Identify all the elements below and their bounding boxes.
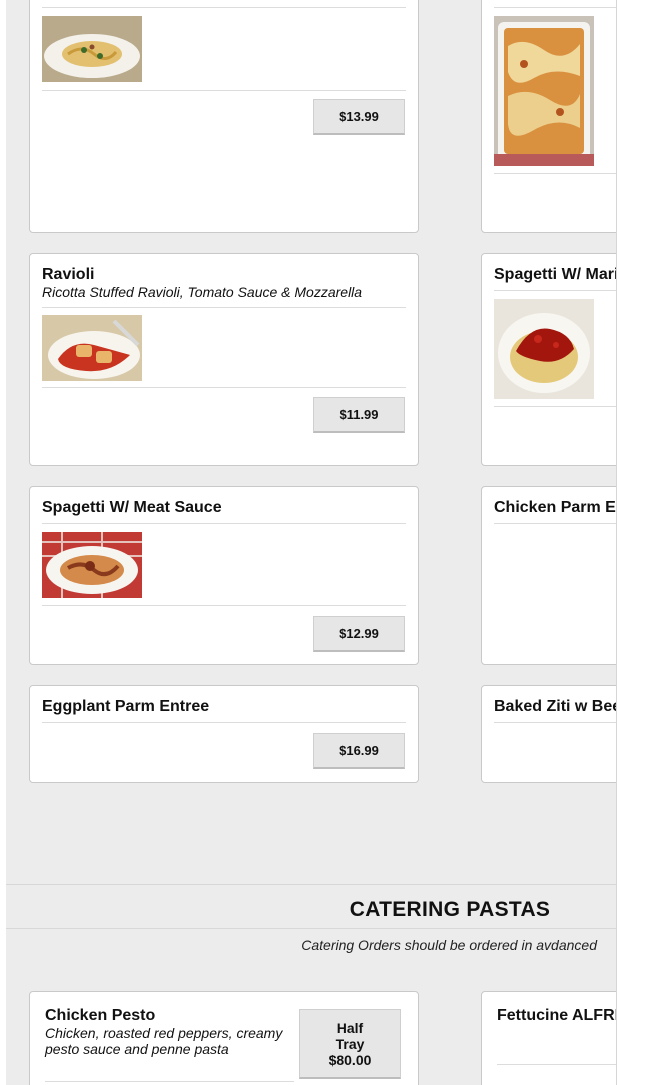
- divider: [494, 523, 616, 524]
- divider: [42, 90, 406, 91]
- dish-photo: [494, 299, 594, 399]
- item-title: Chicken Parm E: [494, 499, 616, 516]
- price-button[interactable]: $13.99: [313, 99, 405, 135]
- catering-item-card[interactable]: Chicken Pesto Chicken, roasted red peppe…: [29, 991, 419, 1085]
- item-title: Spagetti W/ Meat Sauce: [42, 499, 222, 516]
- item-title: Baked Ziti w Bee: [494, 698, 617, 715]
- section-header: CATERING PASTAS: [6, 884, 616, 929]
- item-description: Ricotta Stuffed Ravioli, Tomato Sauce & …: [42, 284, 363, 300]
- menu-item-card[interactable]: Baked Ziti w Bee: [481, 685, 617, 783]
- divider: [42, 722, 406, 723]
- divider: [42, 605, 406, 606]
- menu-item-card[interactable]: Spagetti W/ Meat Sauce $12.99: [29, 486, 419, 665]
- dish-photo: [42, 16, 142, 82]
- item-title: Eggplant Parm Entree: [42, 698, 210, 715]
- tray-size-label: Tray: [335, 1035, 365, 1052]
- menu-page: $13.99 Ravioli Ricotta Stuffed Ravioli, …: [6, 0, 617, 1085]
- item-description: Chicken, roasted red peppers, creamy: [45, 1025, 283, 1041]
- dish-photo: [494, 16, 594, 166]
- divider: [45, 1081, 294, 1082]
- price-button[interactable]: $16.99: [313, 733, 405, 769]
- menu-item-card[interactable]: $13.99: [29, 0, 419, 233]
- menu-item-card[interactable]: Spagetti W/ Mari: [481, 253, 617, 466]
- item-title: Fettucine ALFRE: [497, 1007, 617, 1024]
- tray-price: $80.00: [328, 1051, 372, 1068]
- item-title: Chicken Pesto: [45, 1007, 156, 1024]
- dish-photo: [42, 532, 142, 598]
- price-button[interactable]: $12.99: [313, 616, 405, 652]
- catering-item-card[interactable]: Fettucine ALFRE: [481, 991, 617, 1085]
- divider: [494, 7, 616, 8]
- item-title: Spagetti W/ Mari: [494, 266, 617, 283]
- divider: [497, 1064, 616, 1065]
- item-title: Ravioli: [42, 266, 95, 283]
- divider: [494, 406, 616, 407]
- menu-item-card[interactable]: Eggplant Parm Entree $16.99: [29, 685, 419, 783]
- menu-item-card[interactable]: Chicken Parm E: [481, 486, 616, 665]
- divider: [494, 290, 616, 291]
- tray-size-label: Half: [336, 1019, 364, 1036]
- half-tray-button[interactable]: Half Tray $80.00: [299, 1009, 401, 1079]
- divider: [42, 7, 406, 8]
- divider: [42, 387, 406, 388]
- price-button[interactable]: $11.99: [313, 397, 405, 433]
- menu-item-card[interactable]: Ravioli Ricotta Stuffed Ravioli, Tomato …: [29, 253, 419, 466]
- divider: [494, 722, 616, 723]
- menu-item-card[interactable]: [481, 0, 616, 233]
- item-description: pesto sauce and penne pasta: [45, 1041, 229, 1057]
- section-title: CATERING PASTAS: [349, 898, 551, 921]
- divider: [42, 523, 406, 524]
- divider: [42, 307, 406, 308]
- section-note: Catering Orders should be ordered in avd…: [301, 937, 597, 953]
- divider: [494, 173, 616, 174]
- dish-photo: [42, 315, 142, 381]
